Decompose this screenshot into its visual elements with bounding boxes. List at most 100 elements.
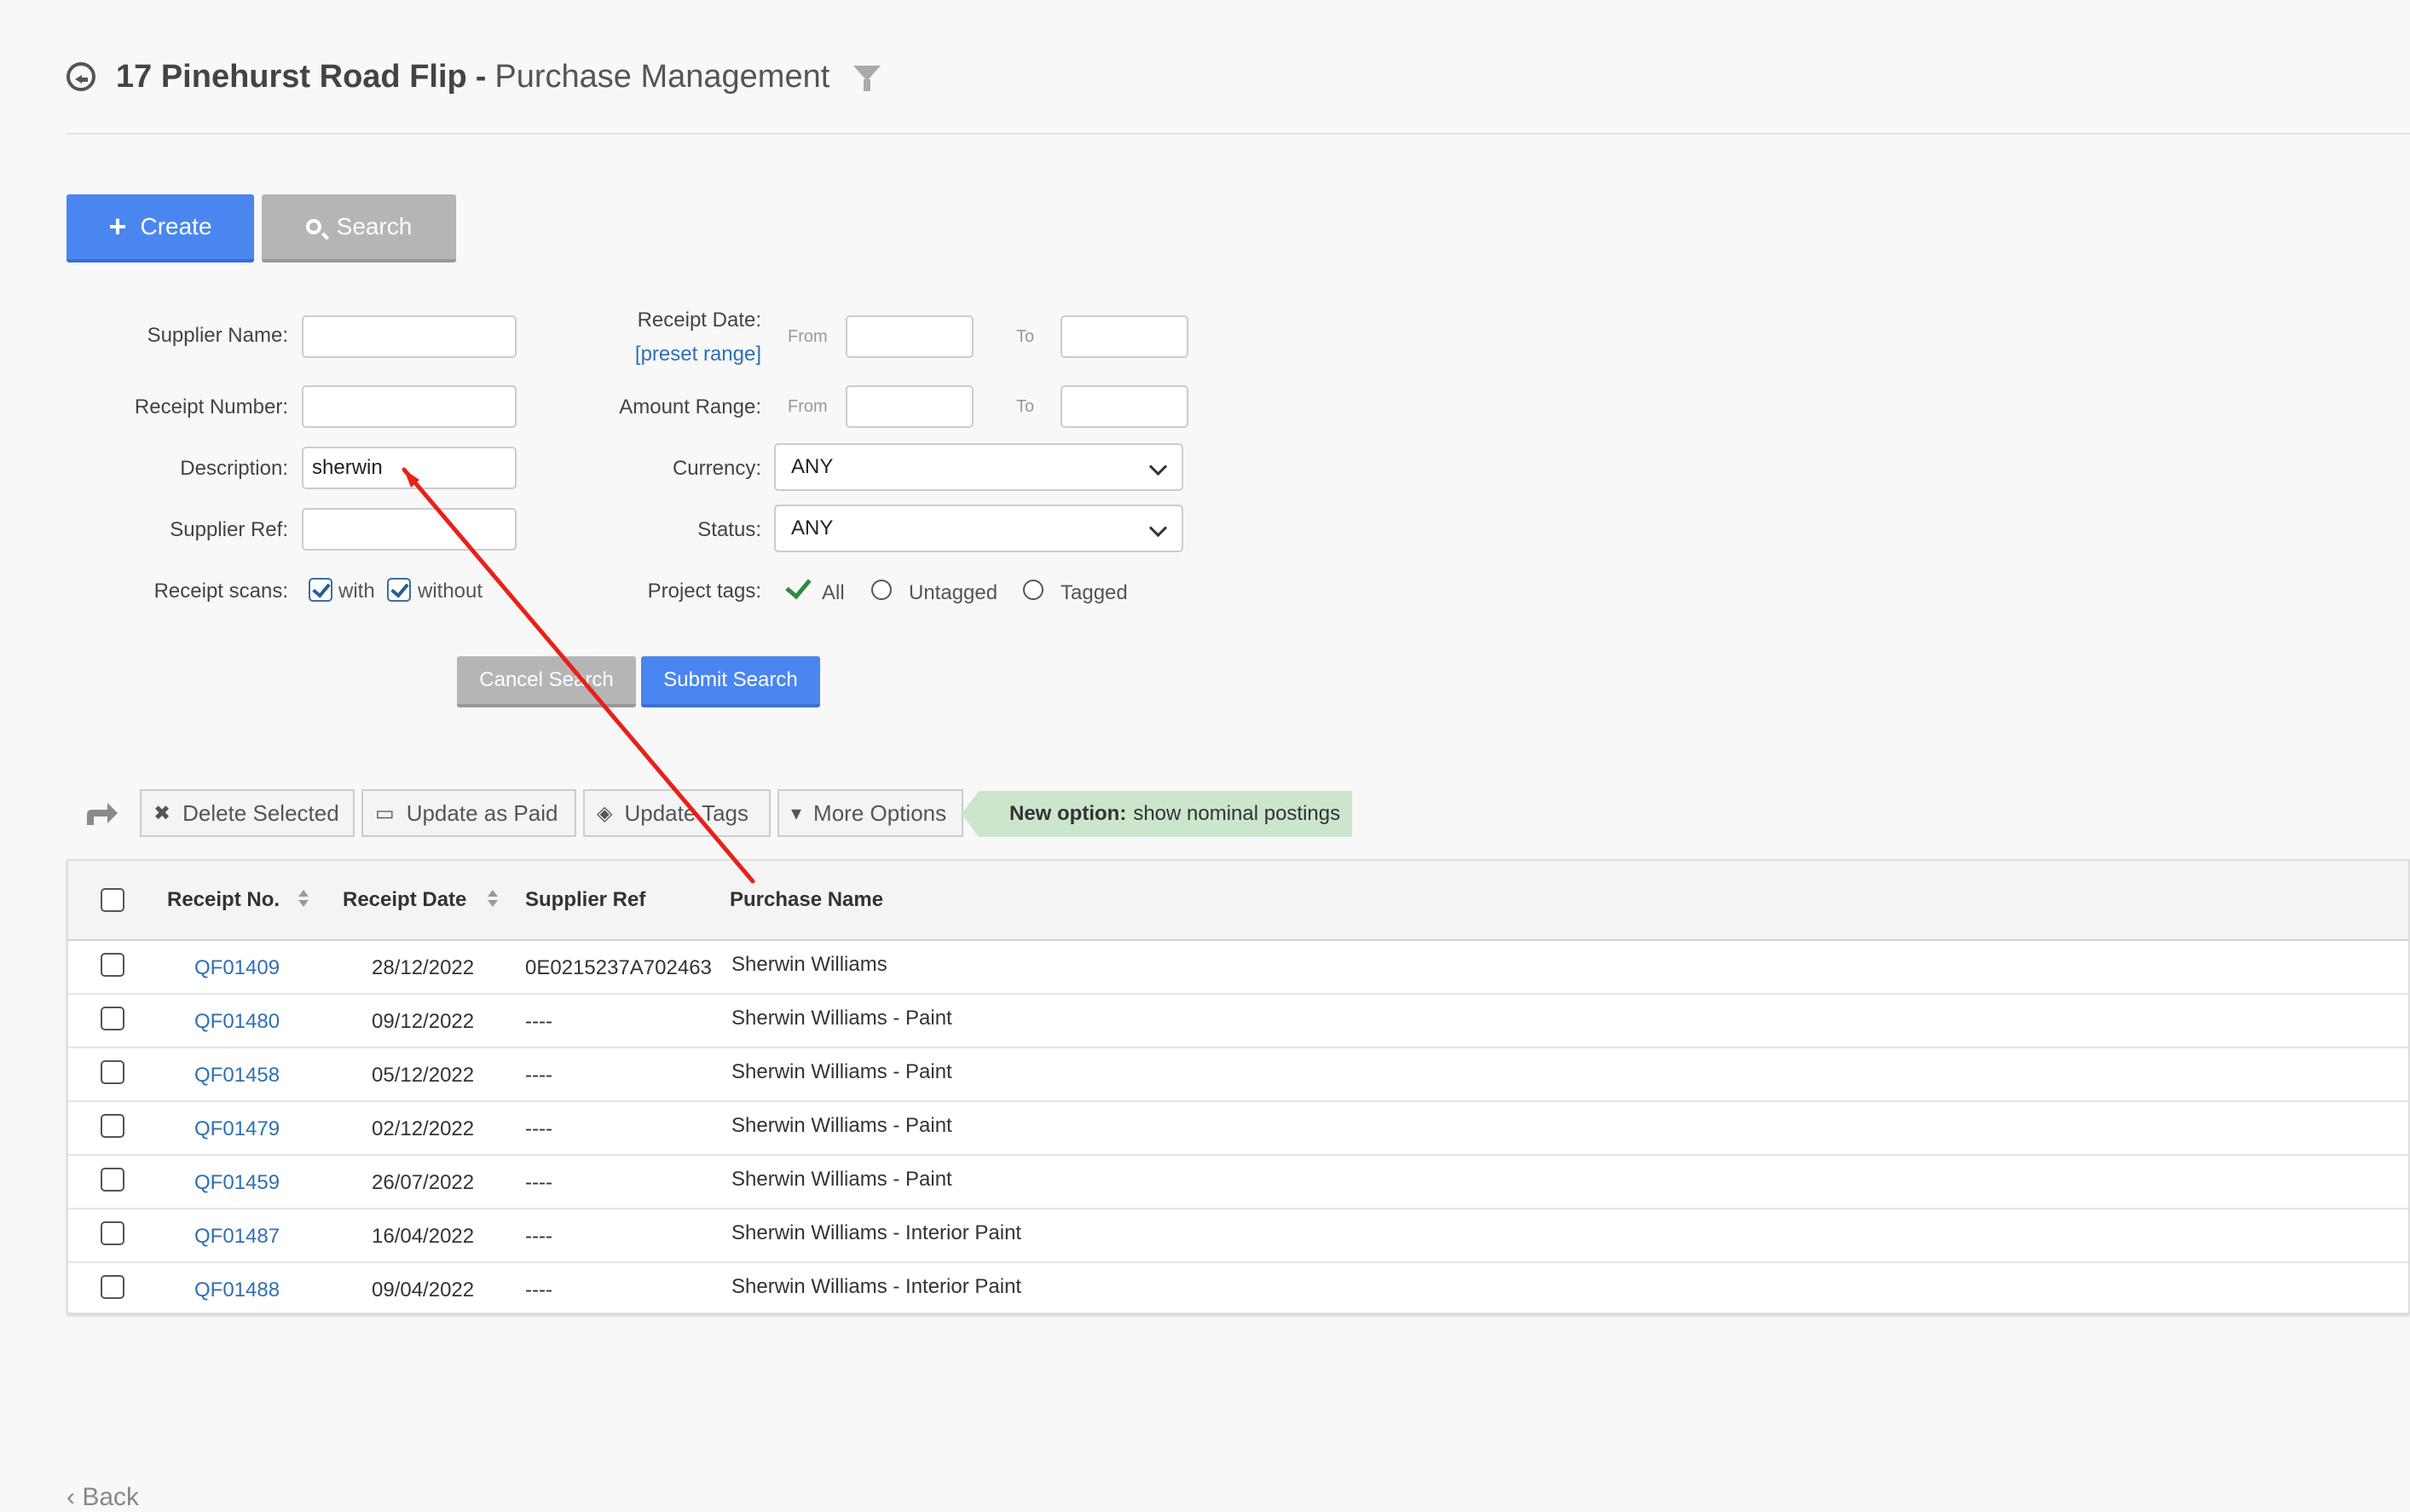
filter-icon[interactable] <box>853 66 881 91</box>
receipt-date-cell: 16/04/2022 <box>372 1225 475 1248</box>
status-select[interactable]: ANY <box>774 505 1183 552</box>
with-scans-checkbox[interactable] <box>309 578 332 602</box>
update-tags-label: Update Tags <box>624 799 748 826</box>
search-label: Search <box>336 213 413 239</box>
row-checkbox[interactable] <box>101 1168 124 1192</box>
amount-from-input[interactable] <box>846 385 974 428</box>
description-input[interactable] <box>302 447 517 489</box>
credit-card-icon: ▭ <box>375 801 395 825</box>
sort-icon[interactable] <box>298 890 309 909</box>
submit-search-button[interactable]: Submit Search <box>641 656 820 707</box>
row-checkbox[interactable] <box>101 953 124 977</box>
supplier-ref-cell: ---- <box>525 1225 552 1248</box>
select-all-checkbox[interactable] <box>101 888 124 912</box>
receipt-number-link[interactable]: QF01459 <box>194 1171 280 1195</box>
amount-to-input[interactable] <box>1061 385 1188 428</box>
amount-from-label: From <box>788 397 828 416</box>
new-option-banner[interactable]: New option: show nominal postings <box>962 791 1352 837</box>
row-checkbox[interactable] <box>101 1007 124 1030</box>
receipt-date-cell: 02/12/2022 <box>372 1117 475 1140</box>
row-checkbox[interactable] <box>101 1060 124 1084</box>
create-button[interactable]: + Create <box>66 194 254 263</box>
receipt-number-link[interactable]: QF01458 <box>194 1064 280 1088</box>
receipt-number-link[interactable]: QF01480 <box>194 1010 280 1034</box>
receipt-date-cell: 09/04/2022 <box>372 1278 475 1301</box>
delete-selected-button[interactable]: ✖ Delete Selected <box>140 789 355 837</box>
table-row[interactable]: QF01487 16/04/2022 ---- Sherwin Williams - … <box>68 1208 2408 1263</box>
table-row[interactable]: QF01480 09/12/2022 ---- Sherwin Williams - … <box>68 993 2408 1048</box>
receipt-number-link[interactable]: QF01488 <box>194 1278 280 1302</box>
date-from-input[interactable] <box>846 315 974 358</box>
search-icon <box>305 219 321 234</box>
purchase-name-cell: Sherwin Williams - Paint <box>731 1168 952 1191</box>
untagged-radio[interactable] <box>871 580 892 600</box>
back-link[interactable]: ‹ Back <box>66 1483 139 1512</box>
currency-select[interactable]: ANY <box>774 443 1183 491</box>
receipt-scans-label: Receipt scans: <box>153 580 288 603</box>
table-row[interactable]: QF01409 28/12/2022 0E0215237A702463 Sherwin… <box>68 939 2408 995</box>
search-button[interactable]: Search <box>262 194 456 263</box>
table-header: Receipt No. Receipt Date Supplier Ref Pu… <box>68 861 2408 941</box>
table-row[interactable]: QF01488 09/04/2022 ---- Sherwin Williams - … <box>68 1261 2408 1315</box>
update-as-paid-button[interactable]: ▭ Update as Paid <box>361 789 576 837</box>
more-options-button[interactable]: ▾ More Options <box>777 789 963 837</box>
without-scans-label: without <box>418 580 483 603</box>
receipt-number-input[interactable] <box>302 385 517 428</box>
date-to-label: To <box>1016 327 1035 346</box>
back-arrow-icon[interactable] <box>66 62 95 91</box>
cancel-search-button[interactable]: Cancel Search <box>457 656 636 707</box>
amount-to-label: To <box>1016 397 1035 416</box>
receipt-date-cell: 28/12/2022 <box>372 956 475 979</box>
supplier-ref-cell: ---- <box>525 1010 552 1033</box>
new-option-text: show nominal postings <box>1133 802 1341 825</box>
page-header: 17 Pinehurst Road Flip - Purchase Manage… <box>66 51 881 102</box>
receipt-date-cell: 05/12/2022 <box>372 1064 475 1087</box>
tags-tagged-label: Tagged <box>1061 581 1128 604</box>
tagged-radio[interactable] <box>1023 580 1043 600</box>
supplier-ref-label: Supplier Ref: <box>170 518 288 541</box>
bulk-action-arrow-icon <box>87 803 118 825</box>
receipt-date-cell: 26/07/2022 <box>372 1171 475 1194</box>
table-row[interactable]: QF01459 26/07/2022 ---- Sherwin Williams - … <box>68 1154 2408 1209</box>
supplier-ref-cell: ---- <box>525 1117 552 1140</box>
receipt-number-label: Receipt Number: <box>134 395 288 418</box>
status-label: Status: <box>697 518 761 541</box>
supplier-ref-cell: ---- <box>525 1278 552 1301</box>
row-checkbox[interactable] <box>101 1114 124 1138</box>
page: 17 Pinehurst Road Flip - Purchase Manage… <box>0 0 2410 1511</box>
receipt-number-link[interactable]: QF01409 <box>194 956 280 980</box>
date-from-label: From <box>788 327 828 346</box>
supplier-ref-cell: ---- <box>525 1064 552 1087</box>
purchase-name-cell: Sherwin Williams - Paint <box>731 1114 952 1137</box>
table-row[interactable]: QF01479 02/12/2022 ---- Sherwin Williams - … <box>68 1100 2408 1156</box>
more-options-label: More Options <box>813 799 947 826</box>
with-scans-label: with <box>338 580 375 603</box>
preset-range-link[interactable]: [preset range] <box>635 343 761 366</box>
status-value: ANY <box>791 517 834 540</box>
col-supplier-ref: Supplier Ref <box>525 888 646 911</box>
sort-icon[interactable] <box>488 890 498 909</box>
purchase-name-cell: Sherwin Williams - Paint <box>731 1060 952 1083</box>
update-tags-button[interactable]: ◈ Update Tags <box>583 789 771 837</box>
supplier-name-input[interactable] <box>302 315 517 358</box>
row-checkbox[interactable] <box>101 1275 124 1299</box>
supplier-name-label: Supplier Name: <box>147 324 288 347</box>
receipt-number-link[interactable]: QF01479 <box>194 1117 280 1141</box>
table-row[interactable]: QF01458 05/12/2022 ---- Sherwin Williams - … <box>68 1047 2408 1102</box>
receipt-date-label: Receipt Date: <box>637 309 761 332</box>
plus-icon: + <box>108 209 127 244</box>
chevron-down-icon <box>1148 457 1168 476</box>
chevron-down-icon <box>1148 518 1168 538</box>
without-scans-checkbox[interactable] <box>387 578 411 602</box>
col-receipt-date[interactable]: Receipt Date <box>343 888 466 912</box>
row-checkbox[interactable] <box>101 1221 124 1245</box>
date-to-input[interactable] <box>1061 315 1188 358</box>
purchase-name-cell: Sherwin Williams - Interior Paint <box>731 1275 1022 1298</box>
all-selected-check-icon[interactable] <box>785 572 812 600</box>
supplier-ref-cell: 0E0215237A702463 <box>525 956 712 979</box>
supplier-ref-input[interactable] <box>302 508 517 551</box>
purchases-table: Receipt No. Receipt Date Supplier Ref Pu… <box>66 859 2410 1314</box>
receipt-number-link[interactable]: QF01487 <box>194 1225 280 1249</box>
supplier-ref-cell: ---- <box>525 1171 552 1194</box>
col-receipt-no[interactable]: Receipt No. <box>167 888 280 912</box>
